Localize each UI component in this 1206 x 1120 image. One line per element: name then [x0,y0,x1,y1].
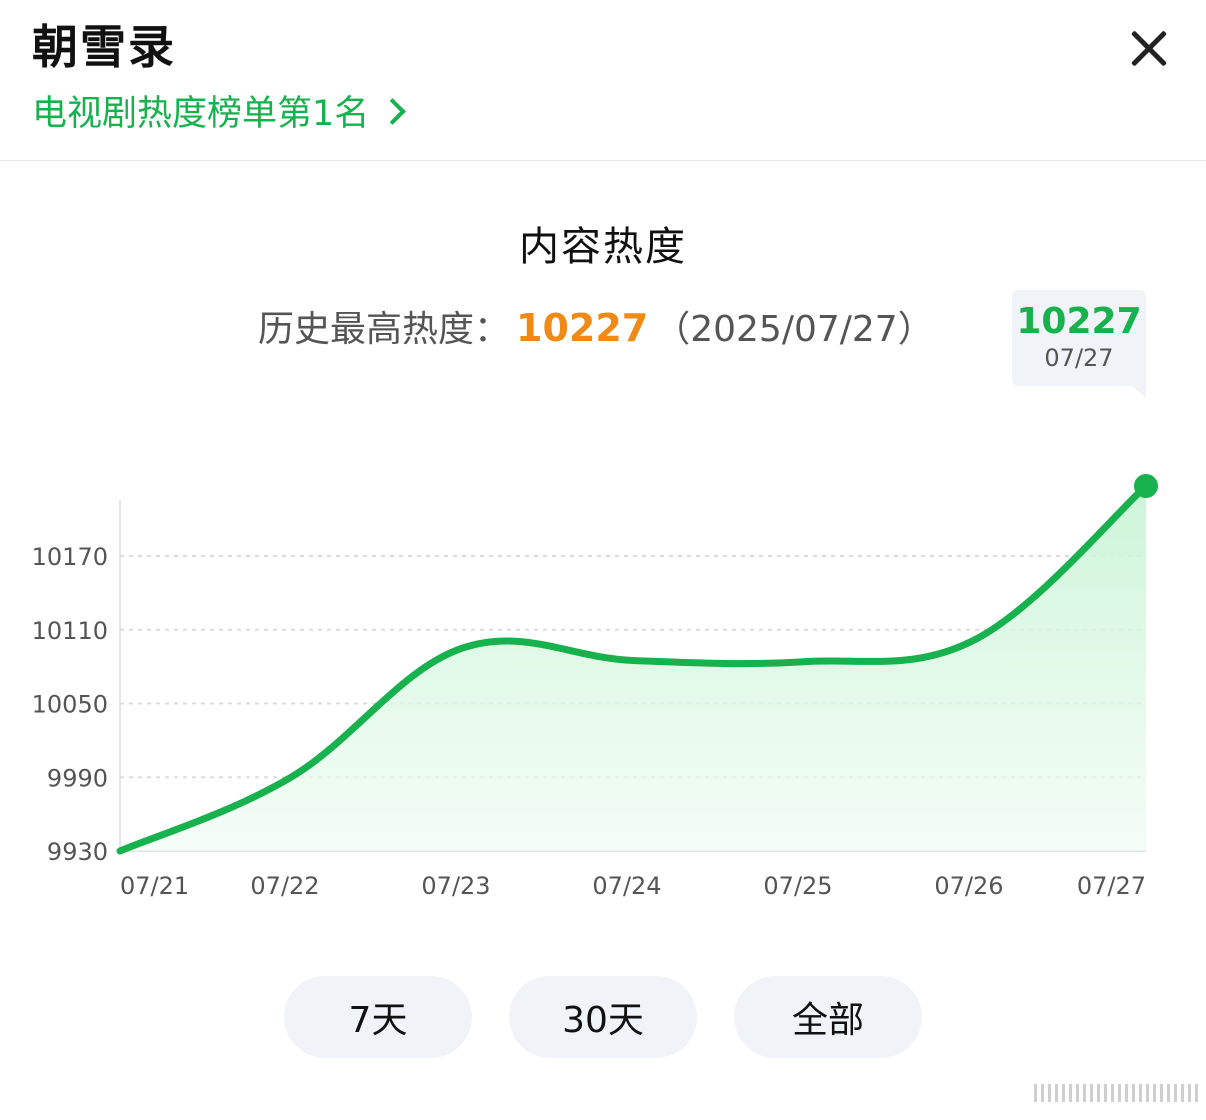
tooltip-date: 07/27 [1044,344,1114,372]
panel-header: 朝雪录 电视剧热度榜单第1名 [0,0,1206,161]
x-tick-label: 07/21 [120,872,189,900]
watermark-logo [1032,1080,1200,1106]
y-tick-label: 9930 [47,838,108,866]
y-tick-label: 10170 [32,543,108,571]
x-tick-label: 07/26 [934,872,1003,900]
range-30d-label: 30天 [562,1000,644,1041]
record-date: （2025/07/27） [654,309,934,350]
y-tick-label: 9990 [47,764,108,792]
y-tick-label: 10050 [32,691,108,719]
record-line: 历史最高热度： 10227 （2025/07/27） [258,300,934,352]
tooltip-value: 10227 [1016,301,1142,342]
record-label: 历史最高热度： [258,309,511,350]
chart-tooltip: 10227 07/27 [1012,290,1146,398]
rank-link[interactable]: 电视剧热度榜单第1名 [32,84,407,136]
record-value: 10227 [516,306,649,350]
range-7d-button[interactable]: 7天 [284,976,472,1058]
heat-panel: 朝雪录 电视剧热度榜单第1名 内容热度 历史最高热度： 10227 （2025/07… [0,0,1206,1120]
x-tick-label: 07/27 [1077,872,1146,900]
close-icon[interactable] [1118,18,1180,80]
area-fill [120,486,1146,851]
range-all-button[interactable]: 全部 [734,976,922,1058]
rank-link-label: 电视剧热度榜单第1名 [32,93,370,134]
x-tick-label: 07/24 [592,872,661,900]
x-tick-label: 07/25 [763,872,832,900]
show-title: 朝雪录 [32,20,176,74]
heat-line-chart[interactable]: 9930 9990 10050 10110 10170 07/21 07/22 07/23 07… [0,420,1206,920]
range-7d-label: 7天 [348,1000,408,1041]
x-tick-label: 07/22 [250,872,319,900]
chevron-right-icon [379,97,407,125]
latest-point-marker [1134,474,1158,498]
x-tick-label: 07/23 [421,872,490,900]
section-title: 内容热度 [519,224,687,270]
range-30d-button[interactable]: 30天 [509,976,697,1058]
y-tick-label: 10110 [32,617,108,645]
range-all-label: 全部 [791,1000,864,1041]
